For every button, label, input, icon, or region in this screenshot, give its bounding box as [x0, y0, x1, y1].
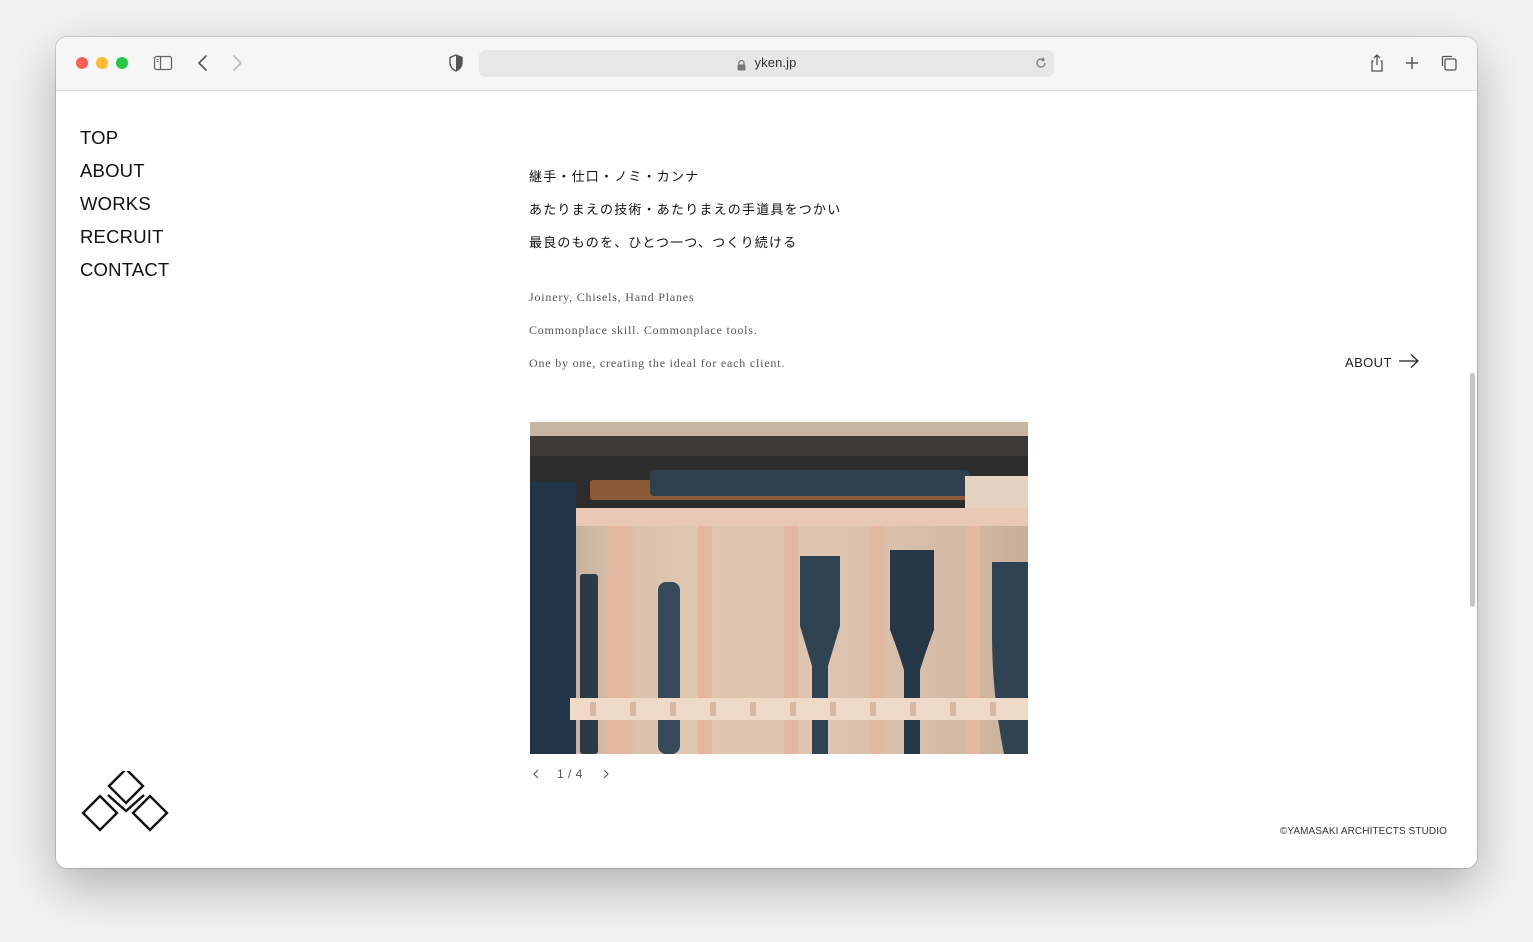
intro-jp-line: 最良のものを、ひとつ一つ、つくり続ける	[529, 236, 798, 251]
close-window-button[interactable]	[76, 57, 88, 69]
about-link[interactable]: ABOUT	[1345, 353, 1420, 372]
nav-item-contact[interactable]: CONTACT	[80, 253, 169, 286]
copyright-text: ©YAMASAKI ARCHITECTS STUDIO	[1279, 826, 1447, 837]
arrow-right-icon	[1398, 353, 1420, 372]
browser-window: yken.jp TOP ABOUT WORKS RECRUIT CONTACT …	[56, 37, 1477, 868]
address-url: yken.jp	[754, 55, 797, 70]
slide-counter: 1 / 4	[557, 767, 583, 781]
privacy-shield-icon[interactable]	[446, 53, 466, 73]
reload-icon[interactable]	[1034, 56, 1048, 75]
studio-logo[interactable]	[80, 767, 172, 844]
slideshow-pager: 1 / 4	[529, 767, 613, 781]
minimize-window-button[interactable]	[96, 57, 108, 69]
tabs-overview-icon[interactable]	[1439, 53, 1459, 73]
chevron-left-icon[interactable]	[193, 53, 213, 73]
web-page: TOP ABOUT WORKS RECRUIT CONTACT 継手・仕口・ノミ…	[56, 91, 1477, 868]
zoom-window-button[interactable]	[116, 57, 128, 69]
nav-item-about[interactable]: ABOUT	[80, 154, 169, 187]
nav-item-recruit[interactable]: RECRUIT	[80, 220, 169, 253]
page-scrollbar[interactable]	[1470, 373, 1475, 607]
intro-jp-line: あたりまえの技術・あたりまえの手道具をつかい	[529, 203, 842, 218]
slideshow-image	[530, 422, 1028, 754]
intro-japanese: 継手・仕口・ノミ・カンナ あたりまえの技術・あたりまえの手道具をつかい 最良のも…	[529, 161, 841, 260]
nav-item-works[interactable]: WORKS	[80, 187, 169, 220]
intro-jp-line: 継手・仕口・ノミ・カンナ	[529, 170, 700, 185]
address-bar[interactable]: yken.jp	[479, 50, 1054, 77]
intro-english: Joinery, Chisels, Hand Planes Commonplac…	[529, 281, 785, 380]
main-nav: TOP ABOUT WORKS RECRUIT CONTACT	[80, 121, 169, 286]
chevron-left-icon[interactable]	[529, 767, 543, 781]
sidebar-icon[interactable]	[153, 53, 173, 73]
chevron-right-icon[interactable]	[599, 767, 613, 781]
intro-en-line: Commonplace skill. Commonplace tools.	[529, 323, 758, 337]
browser-toolbar: yken.jp	[56, 37, 1477, 91]
chevron-right-icon[interactable]	[227, 53, 247, 73]
nav-item-top[interactable]: TOP	[80, 121, 169, 154]
intro-en-line: Joinery, Chisels, Hand Planes	[529, 290, 695, 304]
intro-en-line: One by one, creating the ideal for each …	[529, 356, 786, 370]
plus-icon[interactable]	[1402, 53, 1422, 73]
about-link-label: ABOUT	[1345, 355, 1392, 370]
share-icon[interactable]	[1367, 53, 1387, 73]
